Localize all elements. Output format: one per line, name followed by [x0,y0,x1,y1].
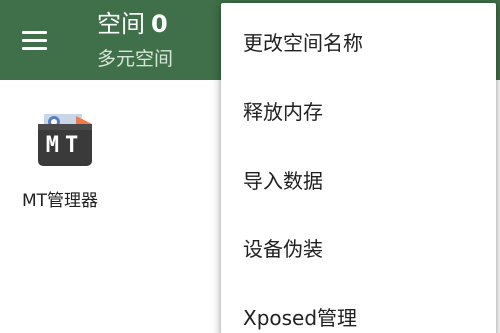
app-label: MT管理器 [22,191,99,211]
app-icon-text: MT [45,132,85,158]
menu-item-import-data[interactable]: 导入数据 [221,149,496,209]
mt-manager-app-icon: MT [36,110,96,170]
space-number: 0 [151,10,168,38]
menu-icon-line [21,38,47,42]
menu-item-rename-space[interactable]: 更改空间名称 [221,11,496,71]
hamburger-menu-icon[interactable] [14,22,54,58]
menu-item-xposed-manage[interactable]: Xposed管理 [221,286,496,333]
menu-item-label: Xposed管理 [243,305,358,330]
menu-item-device-disguise[interactable]: 设备伪装 [221,217,496,277]
page-subtitle: 多元空间 [97,48,174,70]
overflow-menu: 更改空间名称 释放内存 导入数据 设备伪装 Xposed管理 [221,3,496,333]
menu-item-free-memory[interactable]: 释放内存 [221,80,496,140]
page-title: 空间 0 [97,8,168,40]
menu-item-label: 导入数据 [243,168,323,193]
menu-icon-line [21,46,47,50]
menu-item-label: 更改空间名称 [243,30,363,55]
app-item-mt-manager[interactable]: MT MT管理器 [16,104,126,219]
menu-item-label: 设备伪装 [243,236,323,261]
menu-item-label: 释放内存 [243,99,323,124]
space-title-label: 空间 [97,10,145,38]
menu-icon-line [21,30,47,34]
